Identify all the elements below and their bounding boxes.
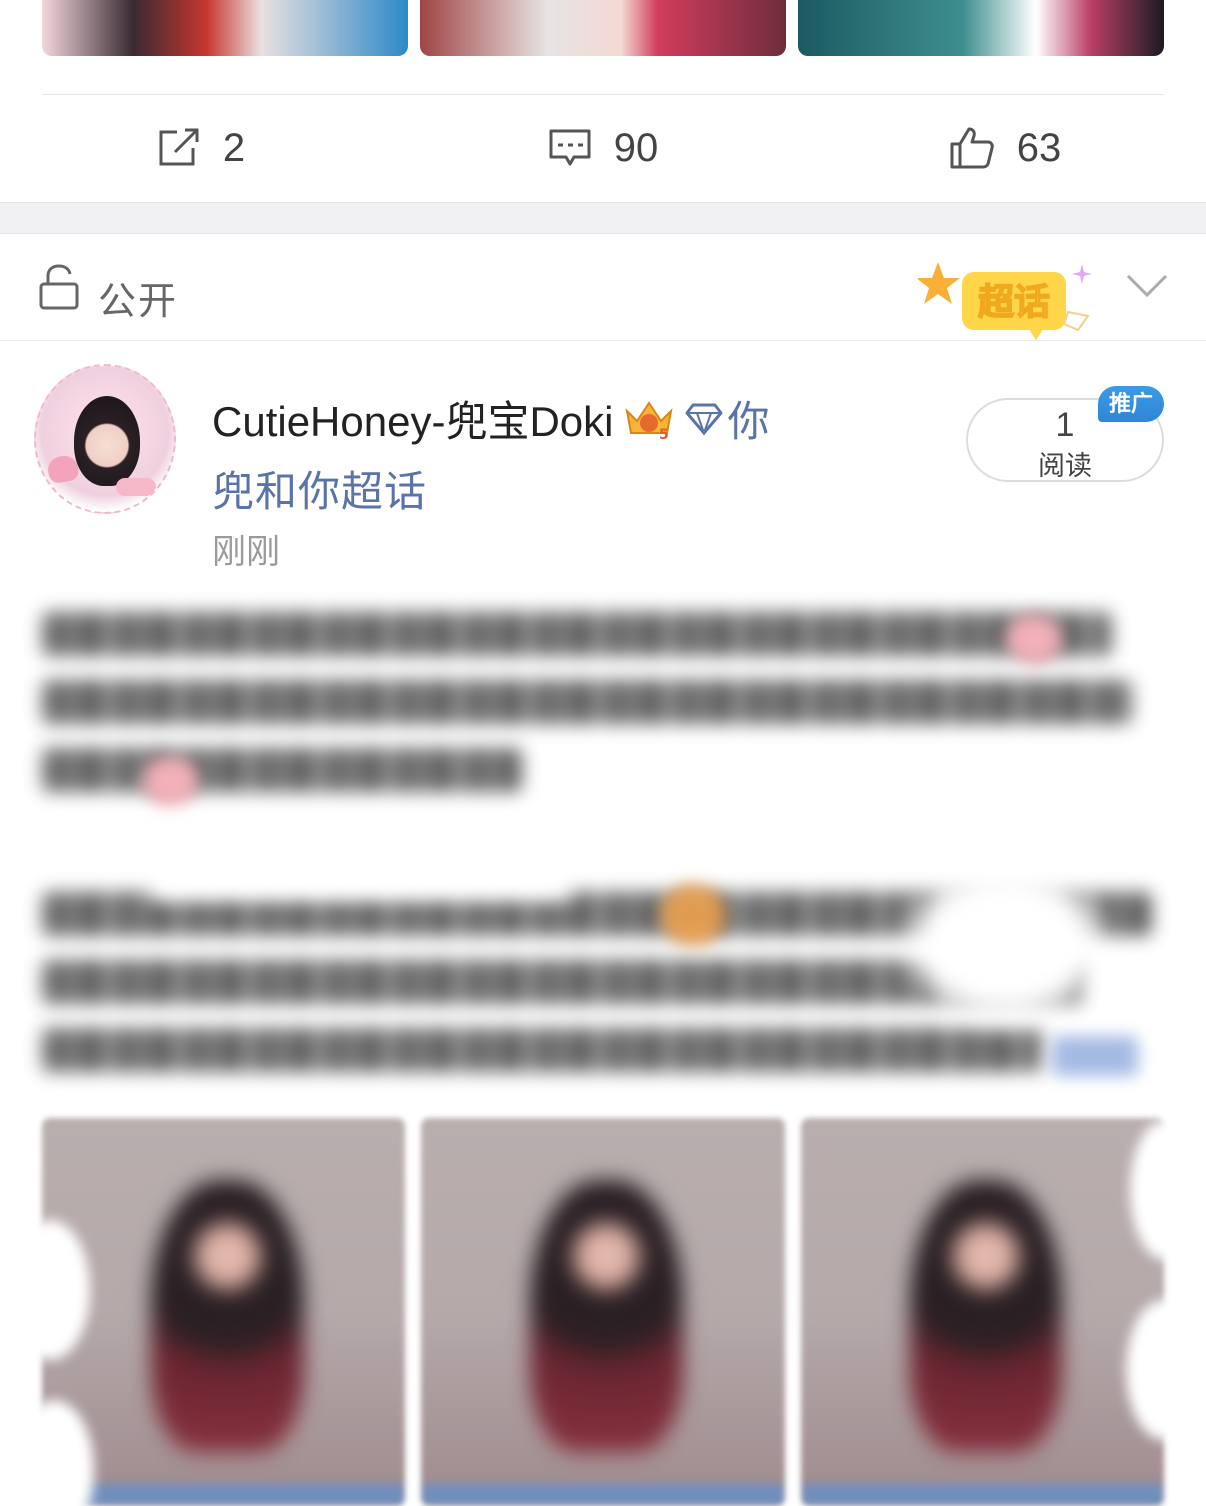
- post-image-1[interactable]: [42, 1118, 406, 1506]
- blurred-photo-subject: [909, 1180, 1063, 1452]
- post-time: 刚刚: [212, 533, 280, 571]
- redaction-smudge: [1126, 1300, 1202, 1440]
- comment-icon: [549, 129, 591, 166]
- previous-post-image-3[interactable]: [798, 0, 1164, 56]
- avatar-photo: [74, 396, 140, 486]
- redaction-smudge: [910, 868, 1100, 1018]
- author-name[interactable]: CutieHoney-兜宝Doki: [212, 388, 613, 449]
- chevron-down-icon[interactable]: [1126, 274, 1168, 298]
- post-image-2[interactable]: [421, 1118, 785, 1506]
- previous-post-image-2[interactable]: [420, 0, 786, 56]
- svg-text:5: 5: [659, 427, 669, 441]
- post-body-blurred: [42, 612, 1142, 816]
- supertopic-badge[interactable]: 超话: [918, 260, 1108, 344]
- image-edge-strip: [421, 1484, 785, 1506]
- blurred-emoji: [142, 756, 198, 806]
- repost-count: 2: [222, 125, 246, 170]
- repost-icon: [159, 128, 199, 166]
- previous-post-action-bar: 2 90 63: [0, 95, 1206, 201]
- expand-link-blurred[interactable]: [1052, 1036, 1138, 1076]
- unlock-icon: [39, 264, 79, 310]
- previous-post-image-row: [42, 0, 1164, 56]
- avatar-frame-bow: [116, 478, 156, 496]
- supertopic-link-continued[interactable]: 兜和你超话: [212, 458, 427, 519]
- post-image-3[interactable]: [800, 1118, 1164, 1506]
- blurred-text-line: [42, 680, 1132, 724]
- post-image-grid: [42, 1118, 1164, 1506]
- supertopic-badge-text: 超话: [978, 282, 1050, 323]
- visibility-label: 公开: [98, 281, 179, 323]
- comment-button[interactable]: 90: [402, 95, 804, 201]
- diamond-icon: [685, 403, 723, 436]
- blurred-text-line: [42, 1028, 1042, 1072]
- image-edge-strip: [42, 1484, 406, 1506]
- blurred-emoji: [660, 884, 726, 946]
- avatar[interactable]: [34, 364, 176, 514]
- crown-level-icon: 5: [625, 400, 674, 441]
- blurred-photo-subject: [530, 1180, 683, 1452]
- visibility-row: 公开 超话: [0, 234, 1206, 341]
- redaction-smudge: [1130, 1120, 1200, 1260]
- like-button[interactable]: 63: [804, 95, 1206, 201]
- redaction-smudge: [10, 1220, 90, 1360]
- post-separator: [0, 202, 1206, 234]
- like-count: 63: [1016, 125, 1062, 170]
- read-label: 阅读: [1038, 451, 1092, 481]
- redaction-smudge: [150, 860, 570, 900]
- thumbs-up-icon: [950, 127, 994, 169]
- author-line: CutieHoney-兜宝Doki 5 你: [212, 388, 769, 449]
- promote-tag[interactable]: 推广: [1098, 386, 1164, 422]
- comment-count: 90: [613, 125, 659, 170]
- previous-post-image-1[interactable]: [42, 0, 408, 56]
- blurred-emoji: [1006, 614, 1062, 664]
- blurred-text-line: [42, 612, 1112, 656]
- blurred-text-line: [42, 748, 522, 792]
- image-edge-strip: [800, 1484, 1164, 1506]
- supertopic-link[interactable]: 你: [727, 388, 769, 449]
- blurred-photo-subject: [150, 1180, 304, 1452]
- repost-button[interactable]: 2: [0, 95, 402, 201]
